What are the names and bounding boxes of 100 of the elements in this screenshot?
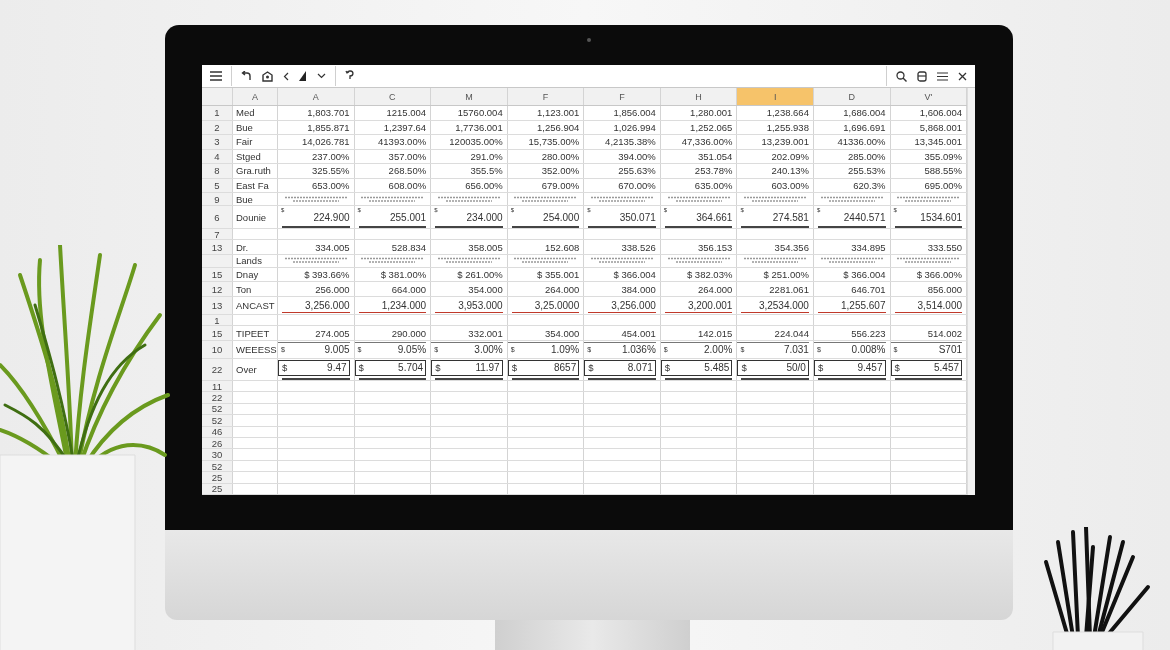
row-header[interactable]: 6 [202, 206, 233, 228]
cell-value: $ 382.03% [686, 269, 733, 281]
cell-value: 1534.601 [920, 211, 963, 223]
row-header[interactable]: 25 [202, 472, 233, 483]
cell-value: 50/0 [786, 362, 806, 374]
row-header[interactable]: 26 [202, 437, 233, 449]
cell-value: 1,803.701 [307, 107, 350, 119]
cell-value: 1,238.664 [766, 107, 809, 119]
cell-value: 5,868.001 [919, 121, 963, 133]
row-label: Stged [236, 150, 261, 162]
currency-sign: $ [282, 362, 288, 374]
cell-value: 8.071 [627, 362, 653, 374]
row-header[interactable]: 3 [202, 135, 233, 149]
cell-value: S701 [938, 344, 963, 356]
illegible-text-drawing [514, 195, 577, 203]
cell-value: 528.834 [391, 241, 427, 253]
cell-value: 670.00% [618, 179, 656, 191]
cell-value: 285.00% [848, 150, 886, 162]
column-header[interactable]: I [737, 88, 814, 105]
cell-value: 1,855.871 [307, 121, 350, 133]
cell-value: $ 393.66% [304, 269, 350, 281]
column-header[interactable]: A [233, 88, 278, 105]
row-header[interactable]: 7 [202, 229, 233, 240]
column-header[interactable]: A [278, 88, 355, 105]
cell-value: 255.63% [618, 165, 656, 177]
cell-value: 15,735.00% [528, 136, 580, 148]
cell-value: 237.00% [312, 150, 350, 162]
cell-value: $ 366.004 [843, 269, 886, 281]
cell-value: 1215.004 [386, 107, 427, 119]
row-header[interactable]: 15 [202, 326, 233, 340]
cell-value: $ 366.004 [613, 269, 656, 281]
currency-sign: $ [664, 362, 671, 374]
row-header[interactable]: 52 [202, 460, 233, 472]
cell-value: 264.000 [544, 283, 580, 295]
cell-value: 454.001 [621, 327, 656, 339]
cell-value: 1,123.001 [537, 107, 580, 119]
column-header[interactable]: C [354, 88, 432, 105]
illegible-text-drawing [667, 257, 730, 265]
cell-value: 608.00% [388, 179, 427, 191]
row-header[interactable]: 12 [202, 282, 233, 296]
cell-value: 653.00% [312, 179, 350, 191]
cell-value: 1,280.001 [690, 107, 733, 119]
row-header[interactable]: 22 [202, 358, 233, 380]
cell-value: 1,234.000 [381, 299, 427, 311]
illegible-text-drawing [361, 195, 424, 203]
cell-value: 8657 [554, 362, 577, 374]
cell-value: 1,2397.64 [383, 121, 427, 133]
cell-value: 15760.004 [457, 107, 503, 119]
cell-value: 350.071 [619, 211, 656, 223]
column-header[interactable]: F [507, 88, 585, 105]
cell-value: 3,256.000 [305, 299, 350, 311]
column-header[interactable]: M [431, 88, 508, 105]
cell-value: 1,856.004 [613, 107, 656, 119]
column-header[interactable]: F [584, 88, 661, 105]
row-header[interactable]: 1 [202, 106, 233, 120]
row-header[interactable]: 9 [202, 193, 233, 205]
cell-value: 357.00% [388, 150, 427, 162]
column-header[interactable]: D [813, 88, 891, 105]
row-header[interactable]: 11 [202, 380, 233, 392]
document-icon [917, 70, 927, 82]
cell-value: 5.485 [704, 362, 730, 374]
cell-value: 354.356 [774, 241, 809, 253]
row-header[interactable]: 30 [202, 449, 233, 460]
cell-value: 3,200.001 [687, 299, 733, 311]
row-label: TIPEET [236, 327, 270, 339]
cell-value: 3.00% [474, 344, 503, 356]
cell-value: 355.5% [470, 165, 503, 177]
cell-value: 332.001 [468, 327, 503, 339]
search-icon [896, 70, 907, 82]
illegible-text-drawing [284, 257, 347, 265]
cell-value: 1,255.938 [766, 121, 809, 133]
cell-value: 358.005 [468, 241, 503, 253]
row-header[interactable]: 46 [202, 426, 233, 437]
row-label: Dounie [236, 211, 267, 223]
row-label: Bue [236, 193, 253, 205]
cell-value: 7.031 [783, 344, 809, 356]
illegible-text-drawing [514, 257, 577, 265]
cell-value: 2281.061 [769, 283, 809, 295]
camera-dot [587, 38, 591, 42]
cell-value: 394.00% [618, 150, 656, 162]
row-header[interactable]: 8 [202, 164, 233, 178]
cell-value: 354.000 [468, 283, 503, 295]
row-label: Med [236, 107, 255, 119]
row-header[interactable]: 52 [202, 415, 233, 426]
cell-value: 646.701 [851, 283, 886, 295]
row-header[interactable]: 22 [202, 392, 233, 403]
row-header[interactable]: 25 [202, 483, 233, 495]
illegible-text-drawing [820, 195, 883, 203]
illegible-text-drawing [667, 195, 730, 203]
cell-value: 695.00% [924, 179, 963, 191]
cell-value: 1,255.607 [841, 299, 886, 311]
row-header[interactable]: 1 [202, 314, 233, 326]
cell-value: 142.015 [698, 327, 733, 339]
illegible-text-drawing [437, 195, 500, 203]
undo-icon [241, 70, 252, 82]
cell-value: 2.00% [704, 344, 733, 356]
row-header[interactable]: 13 [202, 240, 233, 254]
cell-value: 224.900 [313, 211, 350, 223]
row-header[interactable]: 52 [202, 403, 233, 415]
cell-value: 3,2534.000 [758, 299, 809, 311]
